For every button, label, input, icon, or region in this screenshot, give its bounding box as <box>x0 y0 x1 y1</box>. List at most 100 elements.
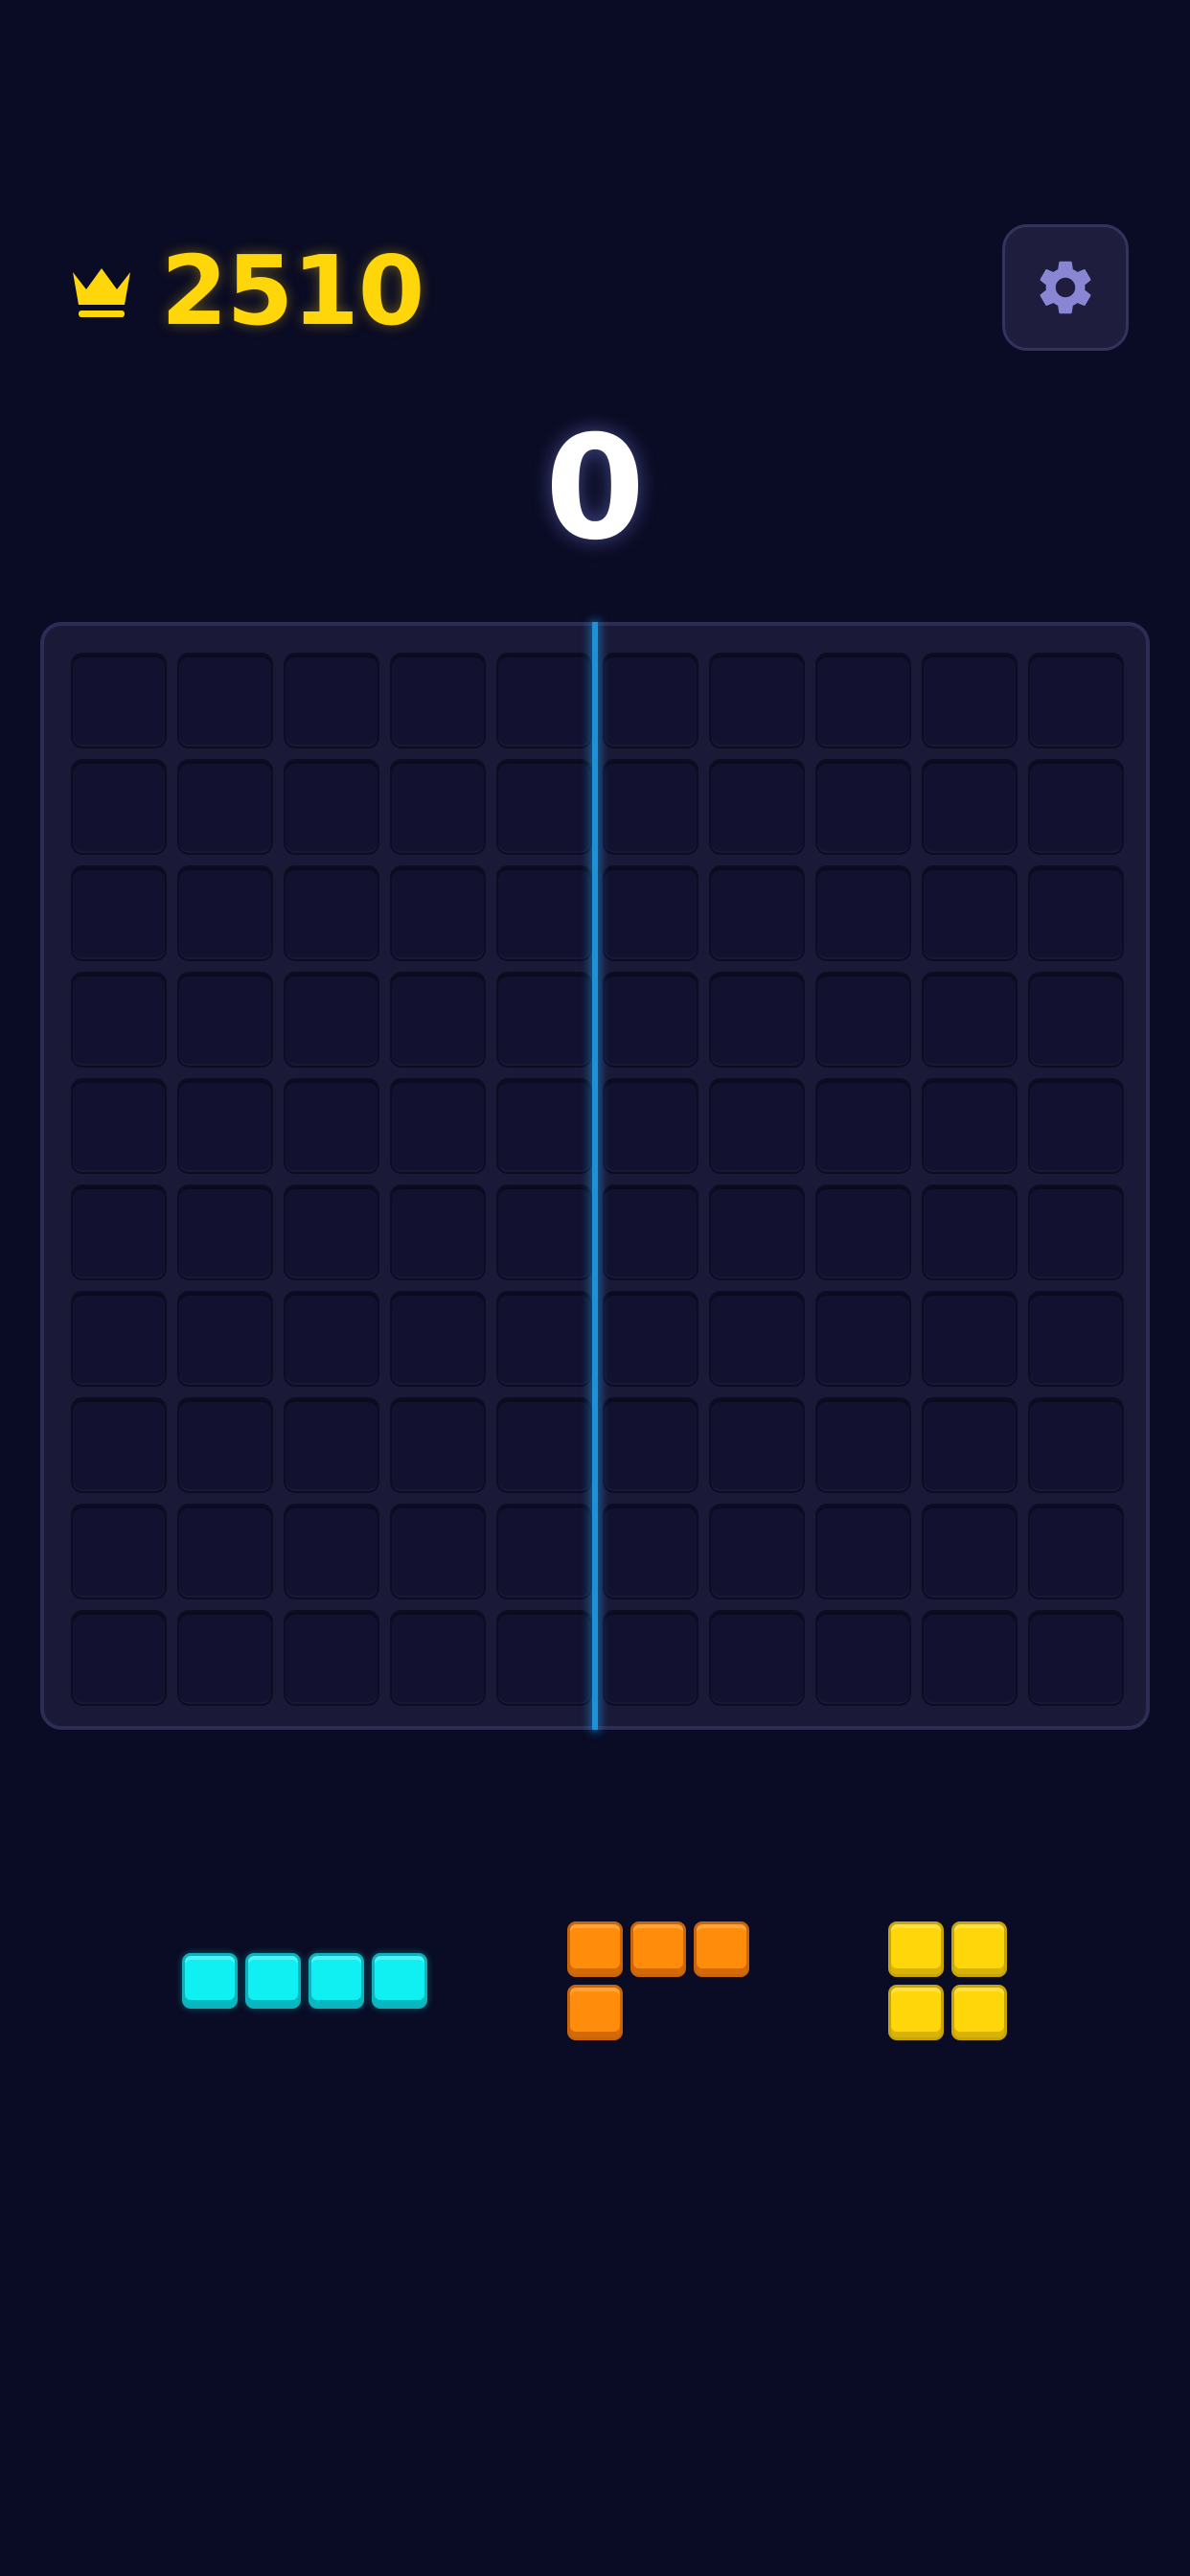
board-cell[interactable] <box>709 1184 805 1280</box>
board-cell[interactable] <box>1028 865 1124 961</box>
board-cell[interactable] <box>603 972 698 1068</box>
board-cell[interactable] <box>390 1078 486 1174</box>
board-cell[interactable] <box>1028 1504 1124 1599</box>
board-cell[interactable] <box>390 972 486 1068</box>
board-cell[interactable] <box>709 1610 805 1706</box>
board-cell[interactable] <box>496 1184 592 1280</box>
board-cell[interactable] <box>709 1078 805 1174</box>
board-cell[interactable] <box>815 1291 911 1387</box>
board-cell[interactable] <box>496 1610 592 1706</box>
board-cell[interactable] <box>390 653 486 748</box>
board-cell[interactable] <box>709 865 805 961</box>
board-cell[interactable] <box>709 1291 805 1387</box>
board-cell[interactable] <box>390 1397 486 1493</box>
board-cell[interactable] <box>390 1291 486 1387</box>
board-cell[interactable] <box>1028 653 1124 748</box>
board-cell[interactable] <box>177 1610 273 1706</box>
board-grid[interactable] <box>71 653 1125 1707</box>
board-cell[interactable] <box>1028 1397 1124 1493</box>
piece-yellow-square[interactable] <box>888 1921 1007 2040</box>
board-cell[interactable] <box>284 759 379 855</box>
board-cell[interactable] <box>390 1184 486 1280</box>
board-cell[interactable] <box>284 1291 379 1387</box>
board-cell[interactable] <box>922 1504 1018 1599</box>
board-cell[interactable] <box>284 1610 379 1706</box>
board-cell[interactable] <box>71 1184 167 1280</box>
board-cell[interactable] <box>1028 1610 1124 1706</box>
board-cell[interactable] <box>815 1610 911 1706</box>
board-cell[interactable] <box>603 1610 698 1706</box>
board-cell[interactable] <box>922 1184 1018 1280</box>
board-cell[interactable] <box>1028 759 1124 855</box>
board-cell[interactable] <box>284 1184 379 1280</box>
board-cell[interactable] <box>496 759 592 855</box>
board-cell[interactable] <box>815 865 911 961</box>
board-cell[interactable] <box>603 653 698 748</box>
board-cell[interactable] <box>390 759 486 855</box>
board-cell[interactable] <box>284 972 379 1068</box>
board-cell[interactable] <box>177 1504 273 1599</box>
board-cell[interactable] <box>177 972 273 1068</box>
board-cell[interactable] <box>177 1078 273 1174</box>
board-cell[interactable] <box>815 653 911 748</box>
board-cell[interactable] <box>177 1397 273 1493</box>
board-cell[interactable] <box>284 1397 379 1493</box>
board-cell[interactable] <box>922 1610 1018 1706</box>
settings-button[interactable] <box>1002 224 1129 351</box>
board-cell[interactable] <box>1028 1078 1124 1174</box>
board-cell[interactable] <box>496 972 592 1068</box>
board-cell[interactable] <box>71 653 167 748</box>
board-cell[interactable] <box>496 1291 592 1387</box>
board-cell[interactable] <box>390 1504 486 1599</box>
board-cell[interactable] <box>815 972 911 1068</box>
board-cell[interactable] <box>815 1397 911 1493</box>
board-cell[interactable] <box>815 1504 911 1599</box>
board-cell[interactable] <box>284 1504 379 1599</box>
board-cell[interactable] <box>284 653 379 748</box>
board-cell[interactable] <box>603 1078 698 1174</box>
board-cell[interactable] <box>709 1504 805 1599</box>
board-cell[interactable] <box>71 972 167 1068</box>
board-cell[interactable] <box>1028 972 1124 1068</box>
board-cell[interactable] <box>815 759 911 855</box>
board-cell[interactable] <box>284 865 379 961</box>
board-cell[interactable] <box>177 653 273 748</box>
board-cell[interactable] <box>496 1397 592 1493</box>
board-cell[interactable] <box>922 972 1018 1068</box>
board-cell[interactable] <box>1028 1291 1124 1387</box>
board-cell[interactable] <box>496 1078 592 1174</box>
board-cell[interactable] <box>71 1078 167 1174</box>
board-cell[interactable] <box>709 972 805 1068</box>
piece-orange-l[interactable] <box>567 1921 753 2040</box>
board-cell[interactable] <box>709 759 805 855</box>
board-cell[interactable] <box>922 1291 1018 1387</box>
board-cell[interactable] <box>496 865 592 961</box>
board-cell[interactable] <box>815 1078 911 1174</box>
board-cell[interactable] <box>709 1397 805 1493</box>
board-cell[interactable] <box>390 865 486 961</box>
board-cell[interactable] <box>603 865 698 961</box>
board-cell[interactable] <box>603 759 698 855</box>
board-cell[interactable] <box>177 1291 273 1387</box>
board-cell[interactable] <box>922 865 1018 961</box>
board-cell[interactable] <box>71 1397 167 1493</box>
board-cell[interactable] <box>496 653 592 748</box>
board-cell[interactable] <box>709 653 805 748</box>
board-cell[interactable] <box>603 1184 698 1280</box>
board-cell[interactable] <box>71 865 167 961</box>
board-cell[interactable] <box>71 1504 167 1599</box>
board-cell[interactable] <box>1028 1184 1124 1280</box>
board-cell[interactable] <box>71 759 167 855</box>
board-cell[interactable] <box>390 1610 486 1706</box>
board-cell[interactable] <box>71 1610 167 1706</box>
board-cell[interactable] <box>922 1397 1018 1493</box>
board-cell[interactable] <box>177 759 273 855</box>
board-cell[interactable] <box>177 1184 273 1280</box>
board-cell[interactable] <box>603 1291 698 1387</box>
board-cell[interactable] <box>922 653 1018 748</box>
board-cell[interactable] <box>177 865 273 961</box>
board-cell[interactable] <box>815 1184 911 1280</box>
board-cell[interactable] <box>922 1078 1018 1174</box>
board-cell[interactable] <box>71 1291 167 1387</box>
board-cell[interactable] <box>603 1504 698 1599</box>
